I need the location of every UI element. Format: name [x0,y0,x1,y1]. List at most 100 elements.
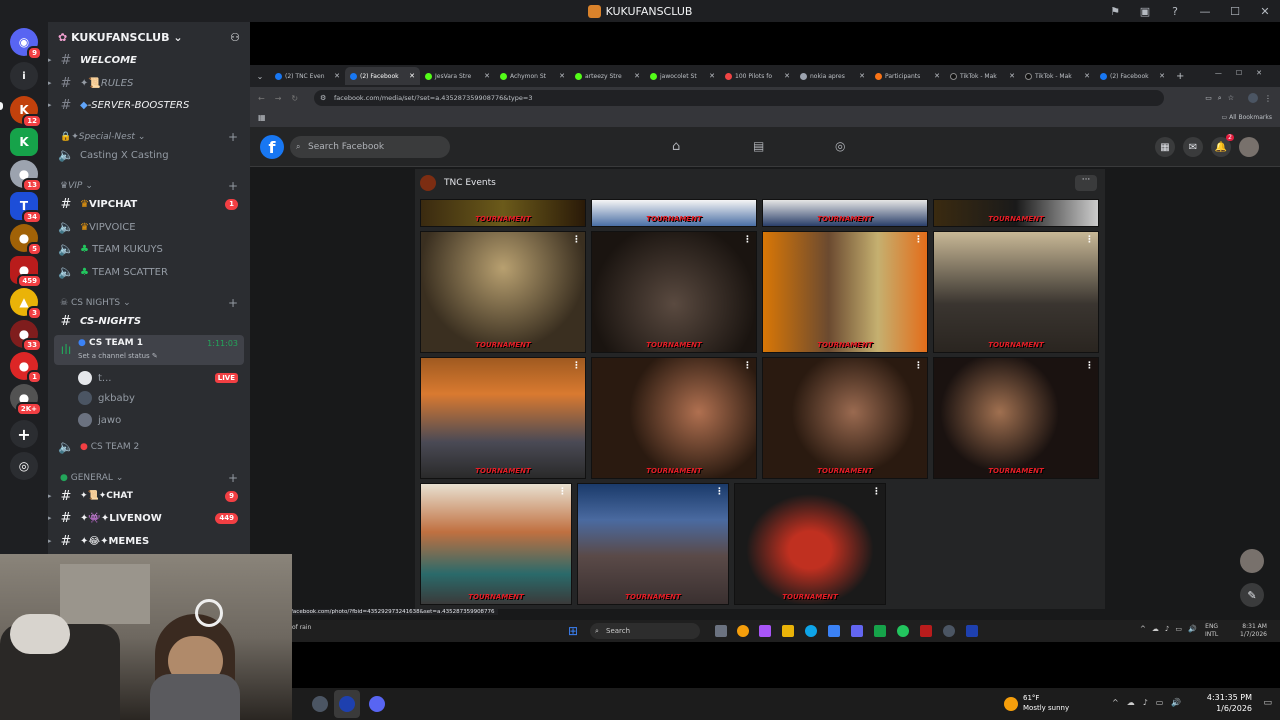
close-tab-icon[interactable]: ✕ [709,72,715,80]
server-icon[interactable]: T 34 [10,192,42,224]
server-icon[interactable]: ● 2K+ [10,384,42,416]
close-tab-icon[interactable]: ✕ [484,72,490,80]
channel-welcome[interactable]: ▸ # WELCOME [48,50,250,70]
server-icon[interactable]: K 12 [10,96,42,128]
menu-icon[interactable]: ⋮ [1264,94,1272,103]
server-icon[interactable]: ● 5 [10,224,42,256]
help-icon[interactable]: ? [1160,5,1190,18]
close-button[interactable]: ✕ [1250,5,1280,18]
voice-team-kukuys[interactable]: 🔈 ♣ TEAM KUKUYS [48,239,250,259]
voice-user[interactable]: t... LIVE [48,367,250,389]
add-server-icon[interactable]: + [10,420,38,448]
album-photo[interactable]: ⋮ TOURNAMENT [420,231,586,353]
close-tab-icon[interactable]: ✕ [409,72,415,80]
chat-head-avatar[interactable] [1240,549,1264,573]
add-channel-icon[interactable]: + [228,130,238,144]
voice-user[interactable]: jawo [48,410,250,430]
screen-icon[interactable]: ▣ [1130,5,1160,18]
photo-menu-icon[interactable]: ⋮ [1085,361,1094,371]
album-photo[interactable]: ⋮ TOURNAMENT [420,483,572,605]
album-photo[interactable]: ⋮ TOURNAMENT [933,357,1099,479]
album-photo[interactable]: TOURNAMENT [933,199,1099,227]
voice-cs-team-2[interactable]: 🔈 ● CS TEAM 2 [48,437,250,457]
album-photo[interactable]: ⋮ TOURNAMENT [933,231,1099,353]
apps-icon[interactable]: ▦ [258,113,266,122]
close-tab-icon[interactable]: ✕ [934,72,940,80]
profile-avatar[interactable] [1239,137,1259,157]
album-photo[interactable]: ⋮ TOURNAMENT [734,483,886,605]
photo-menu-icon[interactable]: ⋮ [914,235,923,245]
photo-menu-icon[interactable]: ⋮ [715,487,724,497]
language-indicator[interactable]: ENG INTL [1205,623,1218,639]
close-tab-icon[interactable]: ✕ [784,72,790,80]
tray-icons[interactable]: ^☁♪▭🔊 [1112,698,1189,707]
tray-icons[interactable]: ^☁♪▭🔊 [1140,625,1203,633]
browser-tab[interactable]: Participants ✕ [870,67,945,85]
add-channel-icon[interactable]: + [228,471,238,485]
browser-tab[interactable]: (2) Facebook ✕ [1095,67,1170,85]
new-tab-icon[interactable]: + [1176,71,1184,82]
voice-casting[interactable]: 🔈 Casting X Casting [48,145,250,165]
album-photo[interactable]: ⋮ TOURNAMENT [591,357,757,479]
server-icon[interactable]: ● 1 [10,352,42,384]
album-photo[interactable]: ⋮ TOURNAMENT [762,231,928,353]
obs-icon[interactable] [943,625,955,637]
home-icon[interactable]: ⌂ [672,139,680,154]
voice-team-scatter[interactable]: 🔈 ♣ TEAM SCATTER [48,262,250,282]
page-avatar[interactable] [420,175,436,191]
add-member-icon[interactable]: ⚇ [230,31,240,44]
album-photo[interactable]: ⋮ TOURNAMENT [420,357,586,479]
window-controls[interactable]: —☐✕ [1215,69,1276,77]
server-icon-kick[interactable]: K [10,128,38,156]
maximize-button[interactable]: ☐ [1220,5,1250,18]
channel-rules[interactable]: ▸ # ✦📜RULES [48,73,250,93]
new-message-icon[interactable]: ✎ [1240,583,1264,607]
photo-menu-icon[interactable]: ⋮ [1085,235,1094,245]
browser-tab[interactable]: arteezy Stre ✕ [570,67,645,85]
photo-menu-icon[interactable]: ⋮ [914,361,923,371]
discord-icon[interactable] [851,625,863,637]
more-options-icon[interactable]: ··· [1075,175,1097,191]
spotify-icon[interactable] [897,625,909,637]
page-name[interactable]: TNC Events [444,178,496,188]
channel-cs-nights[interactable]: # CS-NIGHTS [48,311,250,331]
photo-menu-icon[interactable]: ⋮ [572,361,581,371]
menu-grid-icon[interactable]: ▦ [1155,137,1175,157]
channel-server-boosters[interactable]: ▸ # ◆-SERVER-BOOSTERS [48,95,250,115]
minimize-button[interactable]: — [1190,5,1220,18]
close-tab-icon[interactable]: ✕ [1009,72,1015,80]
file-explorer-icon[interactable] [782,625,794,637]
notifications-bell-icon[interactable]: 🔔 2 [1211,134,1234,157]
profile-avatar[interactable] [1248,93,1258,103]
toolbar-icons[interactable]: ▭⌕☆ [1205,94,1240,103]
game-icon[interactable] [874,625,886,637]
browser-tab[interactable]: 100 Pilots fo ✕ [720,67,795,85]
close-tab-icon[interactable]: ✕ [1084,72,1090,80]
photo-menu-icon[interactable]: ⋮ [572,235,581,245]
task-view-icon[interactable] [715,625,727,637]
info-icon[interactable]: i [10,62,38,90]
browser-tab[interactable]: (2) TNC Even ✕ [270,67,345,85]
server-header[interactable]: ✿ KUKUFANSCLUB ⌄ ⚇ [48,22,250,52]
close-tab-icon[interactable]: ✕ [559,72,565,80]
album-photo[interactable]: ⋮ TOURNAMENT [577,483,729,605]
address-bar[interactable]: ⚙ facebook.com/media/set/?set=a.435287359… [314,90,1164,106]
clock[interactable]: 4:31:35 PM 1/6/2026 [1207,692,1252,714]
sunny-weather-icon[interactable] [1004,697,1018,711]
voice-cs-team-1[interactable]: ılı ● CS TEAM 1 1:11:03 Set a channel st… [54,335,244,365]
browser-tab[interactable]: jawocolet St ✕ [645,67,720,85]
all-bookmarks[interactable]: ▭ All Bookmarks [1222,114,1272,121]
close-tab-icon[interactable]: ✕ [1159,72,1165,80]
copilot-icon[interactable] [759,625,771,637]
album-photo[interactable]: ⋮ TOURNAMENT [591,231,757,353]
category-general[interactable]: ● GENERAL ⌄ + [48,470,250,486]
browser-tab[interactable]: Achymon St ✕ [495,67,570,85]
taskbar-search[interactable]: ⌕ Search [590,623,700,639]
album-photo[interactable]: TOURNAMENT [420,199,586,227]
server-icon[interactable]: ● 13 [10,160,42,192]
album-photo[interactable]: ⋮ TOURNAMENT [762,357,928,479]
facebook-search-input[interactable]: ⌕ Search Facebook [290,136,450,158]
edge-icon[interactable] [805,625,817,637]
voice-vipvoice[interactable]: 🔈 ♛VIPVOICE [48,217,250,237]
steam-icon[interactable] [339,696,355,712]
